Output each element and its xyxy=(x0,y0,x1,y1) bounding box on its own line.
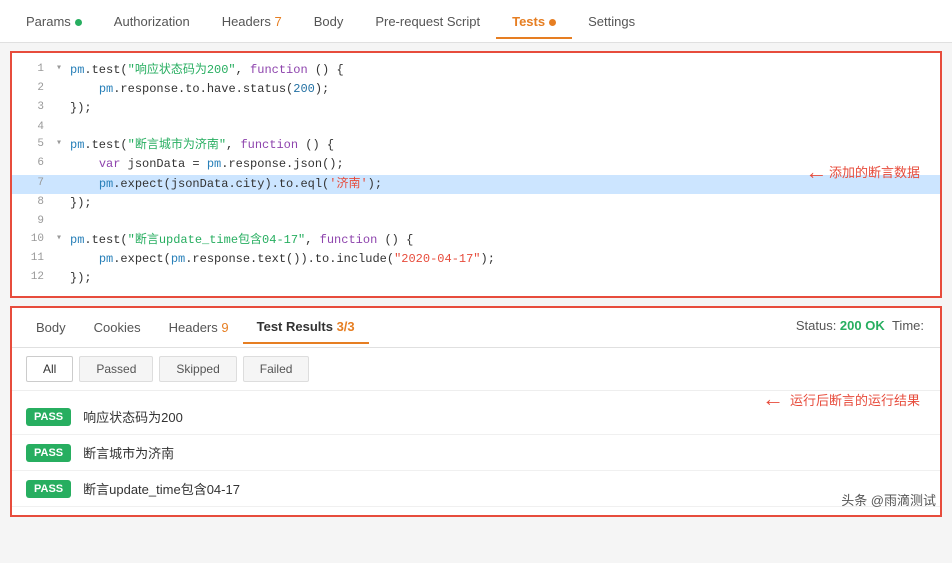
tests-dot xyxy=(549,19,556,26)
resp-tab-headers-label: Headers xyxy=(169,320,218,335)
resp-tab-headers[interactable]: Headers 9 xyxy=(155,312,243,343)
time-label: Time: xyxy=(892,318,924,333)
tab-headers[interactable]: Headers 7 xyxy=(206,4,298,39)
code-line-2: 2 pm.response.to.have.status(200); xyxy=(12,80,940,99)
code-line-7: 7 pm.expect(jsonData.city).to.eql('济南'); xyxy=(12,175,940,194)
annotation-arrow-icon: ← xyxy=(810,163,823,185)
resp-tab-cookies-label: Cookies xyxy=(94,320,141,335)
filter-all[interactable]: All xyxy=(26,356,73,382)
test-label-2: 断言城市为济南 xyxy=(83,443,174,462)
pass-badge-2: PASS xyxy=(26,444,71,462)
filter-skipped[interactable]: Skipped xyxy=(159,356,236,382)
tab-tests[interactable]: Tests xyxy=(496,4,572,39)
status-bar: Status: 200 OK Time: xyxy=(796,318,924,333)
resp-tab-body[interactable]: Body xyxy=(22,312,80,343)
tab-settings-label: Settings xyxy=(588,14,635,29)
response-section: Body Cookies Headers 9 Test Results 3/3 … xyxy=(10,306,942,517)
tab-params-label: Params xyxy=(26,14,71,29)
filter-failed[interactable]: Failed xyxy=(243,356,310,382)
code-line-4: 4 xyxy=(12,119,940,137)
test-label-1: 响应状态码为200 xyxy=(83,407,183,426)
pass-badge-1: PASS xyxy=(26,408,71,426)
tab-authorization[interactable]: Authorization xyxy=(98,4,206,39)
code-line-12: 12 }); xyxy=(12,269,940,288)
tab-settings[interactable]: Settings xyxy=(572,4,651,39)
tab-body-label: Body xyxy=(314,14,344,29)
tab-prerequest[interactable]: Pre-request Script xyxy=(359,4,496,39)
code-line-8: 8 }); xyxy=(12,194,940,213)
tab-headers-label: Headers xyxy=(222,14,271,29)
code-annotation: ← 添加的断言数据 xyxy=(810,163,920,185)
tab-headers-count: 7 xyxy=(274,14,281,29)
code-line-3: 3 }); xyxy=(12,99,940,118)
code-line-1: 1 ▾ pm.test("响应状态码为200", function () { xyxy=(12,61,940,80)
code-line-6: 6 var jsonData = pm.response.json(); xyxy=(12,155,940,174)
code-editor: 1 ▾ pm.test("响应状态码为200", function () { 2… xyxy=(10,51,942,298)
resp-tab-testresults-count: 3/3 xyxy=(337,319,355,334)
resp-annotation-arrow-icon: ← xyxy=(762,388,784,410)
top-tab-bar: Params Authorization Headers 7 Body Pre-… xyxy=(0,0,952,43)
status-value: 200 OK xyxy=(840,318,885,333)
code-line-9: 9 xyxy=(12,213,940,231)
tab-authorization-label: Authorization xyxy=(114,14,190,29)
code-line-5: 5 ▾ pm.test("断言城市为济南", function () { xyxy=(12,136,940,155)
params-dot xyxy=(75,19,82,26)
test-row-3: PASS 断言update_time包含04-17 xyxy=(12,471,940,507)
filter-bar: All Passed Skipped Failed xyxy=(12,348,940,391)
code-line-11: 11 pm.expect(pm.response.text()).to.incl… xyxy=(12,250,940,269)
code-line-10: 10 ▾ pm.test("断言update_time包含04-17", fun… xyxy=(12,231,940,250)
response-annotation: ← 运行后断言的运行结果 xyxy=(762,388,920,410)
watermark: 头条 @雨滴测试 xyxy=(841,490,936,509)
resp-tab-testresults-label: Test Results xyxy=(257,319,333,334)
tab-prerequest-label: Pre-request Script xyxy=(375,14,480,29)
watermark-text: 头条 @雨滴测试 xyxy=(841,493,936,508)
resp-tab-testresults[interactable]: Test Results 3/3 xyxy=(243,311,369,344)
resp-tab-cookies[interactable]: Cookies xyxy=(80,312,155,343)
code-annotation-text: 添加的断言数据 xyxy=(829,164,920,185)
test-row-2: PASS 断言城市为济南 xyxy=(12,435,940,471)
tab-params[interactable]: Params xyxy=(10,4,98,39)
resp-tab-headers-count: 9 xyxy=(221,320,228,335)
resp-tab-body-label: Body xyxy=(36,320,66,335)
test-label-3: 断言update_time包含04-17 xyxy=(83,479,240,498)
pass-badge-3: PASS xyxy=(26,480,71,498)
tab-tests-label: Tests xyxy=(512,14,545,29)
response-annotation-text: 运行后断言的运行结果 xyxy=(790,390,920,409)
filter-passed[interactable]: Passed xyxy=(79,356,153,382)
tab-body[interactable]: Body xyxy=(298,4,360,39)
response-tab-bar: Body Cookies Headers 9 Test Results 3/3 … xyxy=(12,308,940,348)
